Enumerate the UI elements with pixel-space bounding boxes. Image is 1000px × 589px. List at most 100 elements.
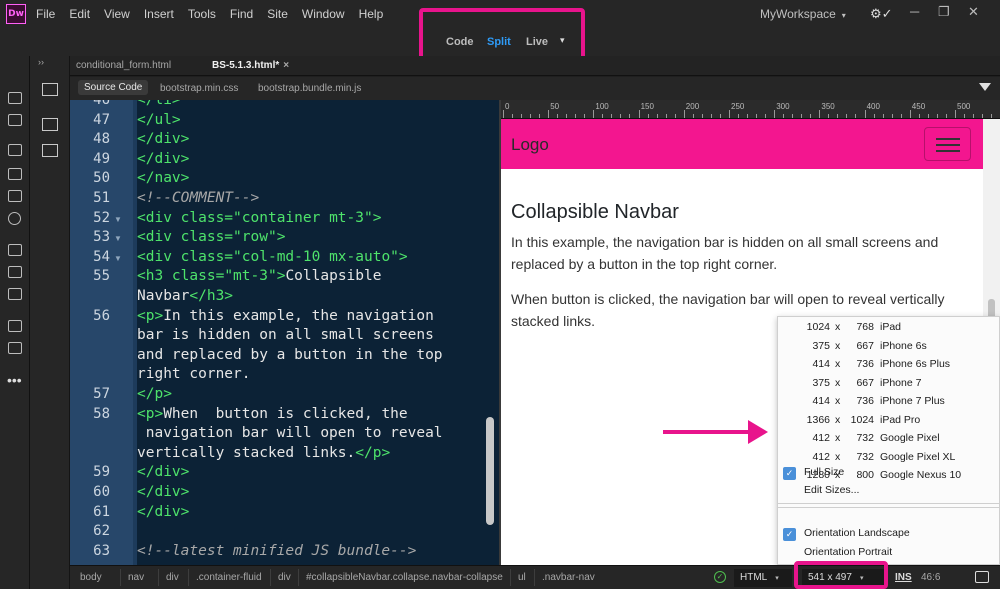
brush-icon[interactable] [8,288,22,300]
code-line[interactable]: </div> [137,151,189,167]
code-line[interactable]: bar is hidden on all small screens [137,327,434,343]
code-view-icon[interactable] [8,144,22,156]
preset-width: 412 [812,450,830,463]
menu-insert[interactable]: Insert [144,7,174,21]
code-line[interactable]: </div> [137,464,189,480]
code-line[interactable]: navigation bar will open to reveal [137,425,443,441]
code-line[interactable]: Navbar</h3> [137,288,233,304]
sync-icon[interactable] [8,114,22,126]
menu-tools[interactable]: Tools [188,7,216,21]
code-line[interactable]: </nav> [137,170,189,186]
size-preset-option[interactable]: 1280 x 800 Google Nexus 10 [778,469,1000,487]
size-preset-option[interactable]: 1024 x 768 iPad [778,321,1000,339]
target-icon[interactable] [8,212,21,225]
preset-width: 412 [812,432,830,444]
insert-mode[interactable]: INS [895,572,912,583]
breadcrumb-item[interactable]: .navbar-nav [542,572,595,583]
ruler-tick [900,114,902,118]
size-preset-option[interactable]: 375 x 667 iPhone 7 [778,377,1000,395]
ruler-label: 450 [911,102,926,111]
gear-icon[interactable]: ⚙✓ [870,6,893,22]
code-line[interactable]: vertically stacked links.</p> [137,445,390,461]
window-size-dropdown: ✓ Full Size Edit Sizes... ✓ Orientation … [777,316,1000,565]
orientation-landscape-option[interactable]: ✓ Orientation Landscape [778,527,1000,545]
more-icon[interactable]: ••• [7,372,22,388]
minimize-icon[interactable]: ─ [910,4,919,19]
briefcase-icon[interactable] [42,83,58,96]
expand-panels-icon[interactable]: ›› [38,57,44,67]
check-circle-icon[interactable]: ✓ [714,571,726,583]
properties-icon[interactable] [8,168,22,180]
related-files-bar: Source Code bootstrap.min.css bootstrap.… [70,77,1000,100]
filter-icon[interactable] [979,83,991,91]
code-line[interactable]: right corner. [137,366,251,382]
line-number: 49 [93,150,110,167]
navbar-toggler-button[interactable] [924,127,971,161]
workspace-switcher[interactable]: MyWorkspace ▾ [760,7,846,21]
related-bootstrap-js[interactable]: bootstrap.bundle.min.js [258,83,361,94]
breadcrumb-item[interactable]: .container-fluid [196,572,262,583]
align-icon[interactable] [8,190,22,202]
option-label: Orientation Portrait [804,546,893,558]
menu-help[interactable]: Help [359,7,384,21]
code-line[interactable]: <div class="col-md-10 mx-auto"> [137,249,408,265]
ruler-tick [647,114,649,118]
breadcrumb-item[interactable]: nav [128,572,144,583]
related-source-code[interactable]: Source Code [78,80,149,95]
code-line[interactable]: <p>When button is clicked, the [137,406,408,422]
size-preset-option[interactable]: 375 x 667 iPhone 6s [778,340,1000,358]
code-line[interactable]: <!--latest minified JS bundle--> [137,543,416,559]
code-line[interactable]: </li> [137,100,181,108]
menu-find[interactable]: Find [230,7,253,21]
dom-tree-icon[interactable] [42,118,58,131]
menu-window[interactable]: Window [302,7,345,21]
fold-arrow-icon[interactable]: ▼ [114,234,122,243]
screen-icon[interactable] [975,571,989,583]
code-line[interactable]: </div> [137,504,189,520]
code-line[interactable]: <div class="container mt-3"> [137,210,381,226]
breadcrumb-item[interactable]: div [166,572,179,583]
close-tab-icon[interactable]: × [283,60,289,71]
line-number: 48 [93,131,110,148]
size-preset-option[interactable]: 412 x 732 Google Pixel [778,432,1000,450]
code-line[interactable]: <!--COMMENT--> [137,190,259,206]
checklist-icon[interactable] [8,342,22,354]
size-preset-option[interactable]: 414 x 736 iPhone 7 Plus [778,395,1000,413]
menu-edit[interactable]: Edit [69,7,90,21]
code-line[interactable]: </ul> [137,112,181,128]
breadcrumb-item[interactable]: ul [518,572,526,583]
related-bootstrap-css[interactable]: bootstrap.min.css [160,83,238,94]
menu-site[interactable]: Site [267,7,288,21]
code-line[interactable]: </p> [137,386,172,402]
tab-conditional-form[interactable]: conditional_form.html [76,60,171,71]
breadcrumb-item[interactable]: body [80,572,102,583]
code-panel-icon[interactable] [42,144,58,157]
size-preset-option[interactable]: 1366 x 1024 iPad Pro [778,414,1000,432]
code-line[interactable]: <div class="row"> [137,229,285,245]
breadcrumb-item[interactable]: div [278,572,291,583]
doc-type-select[interactable]: HTML ▾ [734,569,792,587]
tab-bs-513[interactable]: BS-5.1.3.html* × [212,60,289,71]
restore-icon[interactable]: ❐ [938,4,950,20]
code-scrollbar[interactable] [486,417,494,525]
code-line[interactable]: and replaced by a button in the top [137,347,443,363]
menu-view[interactable]: View [104,7,130,21]
fold-arrow-icon[interactable]: ▼ [114,215,122,224]
css-icon[interactable] [8,266,22,278]
close-icon[interactable]: ✕ [968,4,979,20]
code-line[interactable]: </div> [137,484,189,500]
fold-arrow-icon[interactable]: ▼ [114,254,122,263]
size-preset-option[interactable]: 414 x 736 iPhone 6s Plus [778,358,1000,376]
navbar-logo[interactable]: Logo [511,135,549,155]
preset-height: 667 [856,376,874,389]
menu-file[interactable]: File [36,7,55,21]
breadcrumb-item[interactable]: #collapsibleNavbar.collapse.navbar-colla… [306,572,503,583]
snippets-icon[interactable] [8,244,22,256]
code-line[interactable]: <p>In this example, the navigation [137,308,434,324]
comment-icon[interactable] [8,320,22,332]
code-line[interactable]: <h3 class="mt-3">Collapsible [137,268,381,284]
code-editor[interactable]: 46 </li> 47 </ul> 48 </div> 49 </div> 50 </nav> 51… [70,100,499,565]
file-icon[interactable] [8,92,22,104]
code-line[interactable]: </div> [137,131,189,147]
size-preset-option[interactable]: 412 x 732 Google Pixel XL [778,451,1000,469]
